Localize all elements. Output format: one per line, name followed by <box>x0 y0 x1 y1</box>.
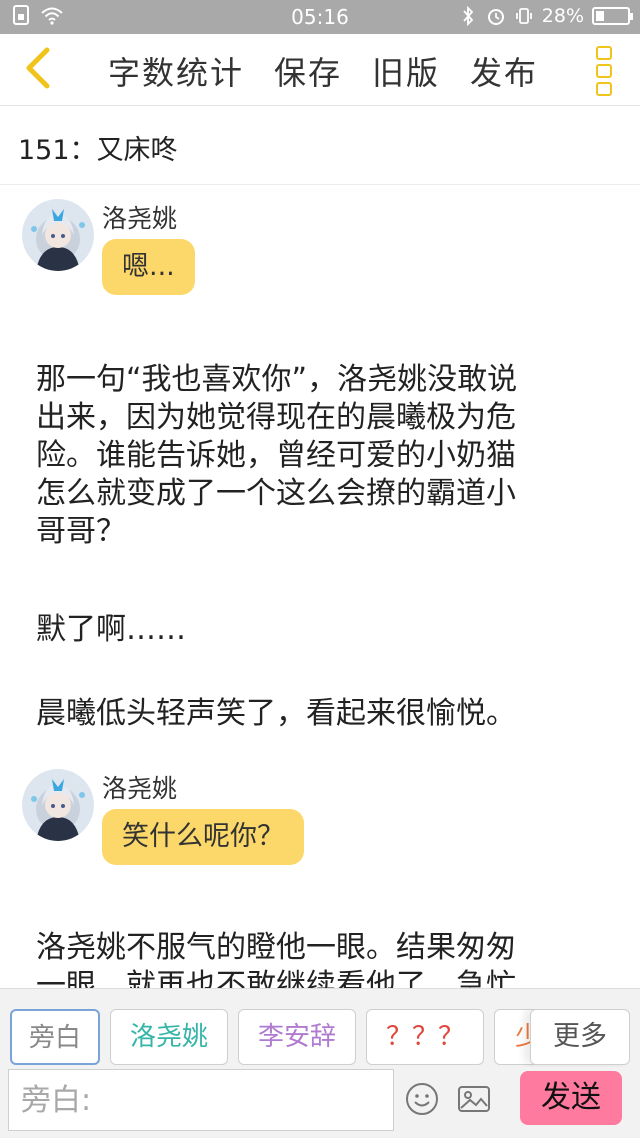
smiley-icon <box>404 1083 440 1121</box>
more-roles-button[interactable]: 更多 <box>530 1009 630 1065</box>
word-count-button[interactable]: 字数统计 <box>108 48 244 94</box>
speaker-name: 洛尧姚 <box>102 774 178 803</box>
battery-icon <box>592 7 633 25</box>
image-button[interactable] <box>456 1081 492 1117</box>
narration-line: 默了啊…… <box>36 612 186 647</box>
narration-paragraph[interactable]: 洛尧姚不服气的瞪他一眼。结果匆匆 一眼，就再也不敢继续看他了，急忙 <box>36 929 616 988</box>
narration-line: 险。谁能告诉她，曾经可爱的小奶猫 <box>36 438 516 473</box>
emoji-button[interactable] <box>404 1081 440 1117</box>
role-tab-luo-yaoyao[interactable]: 洛尧姚 <box>110 1009 228 1065</box>
composer: 旁白 洛尧姚 李安辞 ？？？ 少 更多 发送 <box>0 988 640 1138</box>
role-selector[interactable]: 旁白 洛尧姚 李安辞 ？？？ 少 更多 <box>10 1009 630 1067</box>
status-bar: 05:16 28% <box>0 0 640 34</box>
bluetooth-icon <box>458 5 478 27</box>
battery-level <box>596 11 605 21</box>
speech-bubble[interactable]: 嗯... <box>102 239 195 295</box>
chevron-left-icon <box>21 46 53 94</box>
battery-percent: 28% <box>541 5 584 27</box>
narration-line: 哥哥？ <box>36 514 126 549</box>
publish-button[interactable]: 发布 <box>470 48 538 94</box>
narration-paragraph[interactable]: 默了啊…… <box>36 611 616 649</box>
chapter-title: 151：又床咚 <box>18 135 178 166</box>
image-icon <box>456 1086 492 1121</box>
avatar[interactable] <box>22 199 94 271</box>
avatar[interactable] <box>22 769 94 841</box>
speech-bubble[interactable]: 笑什么呢你？ <box>102 809 304 865</box>
vibrate-icon <box>514 6 534 26</box>
narration-line: 怎么就变成了一个这么会撩的霸道小 <box>36 476 516 511</box>
role-tab-narrator[interactable]: 旁白 <box>10 1009 100 1065</box>
toolbar: 字数统计 保存 旧版 发布 <box>0 34 640 106</box>
alarm-icon <box>486 6 506 26</box>
input-row: 发送 <box>8 1069 632 1133</box>
chat-content[interactable]: 洛尧姚 嗯... 那一句“我也喜欢你”，洛尧姚没敢说 出来，因为她觉得现在的晨曦… <box>0 185 640 988</box>
dialogue-message: 洛尧姚 笑什么呢你？ <box>22 769 582 869</box>
send-button[interactable]: 发送 <box>520 1071 622 1125</box>
narration-paragraph[interactable]: 晨曦低头轻声笑了，看起来很愉悦。 <box>36 695 616 733</box>
dialogue-message: 洛尧姚 嗯... <box>22 199 582 299</box>
more-menu-button[interactable] <box>590 44 620 96</box>
back-button[interactable] <box>12 44 62 96</box>
narration-line: 洛尧姚不服气的瞪他一眼。结果匆匆 <box>36 930 516 965</box>
message-input[interactable] <box>8 1069 394 1131</box>
role-tab-li-anci[interactable]: 李安辞 <box>238 1009 356 1065</box>
toolbar-actions: 字数统计 保存 旧版 发布 <box>108 48 538 94</box>
save-button[interactable]: 保存 <box>274 48 342 94</box>
role-tab-unknown[interactable]: ？？？ <box>366 1009 484 1065</box>
narration-line: 一眼，就再也不敢继续看他了，急忙 <box>36 968 516 988</box>
narration-paragraph[interactable]: 那一句“我也喜欢你”，洛尧姚没敢说 出来，因为她觉得现在的晨曦极为危 险。谁能告… <box>36 361 616 551</box>
old-version-button[interactable]: 旧版 <box>372 48 440 94</box>
speaker-name: 洛尧姚 <box>102 204 178 233</box>
narration-line: 晨曦低头轻声笑了，看起来很愉悦。 <box>36 696 516 731</box>
narration-line: 那一句“我也喜欢你”，洛尧姚没敢说 <box>36 362 518 397</box>
narration-line: 出来，因为她觉得现在的晨曦极为危 <box>36 400 516 435</box>
